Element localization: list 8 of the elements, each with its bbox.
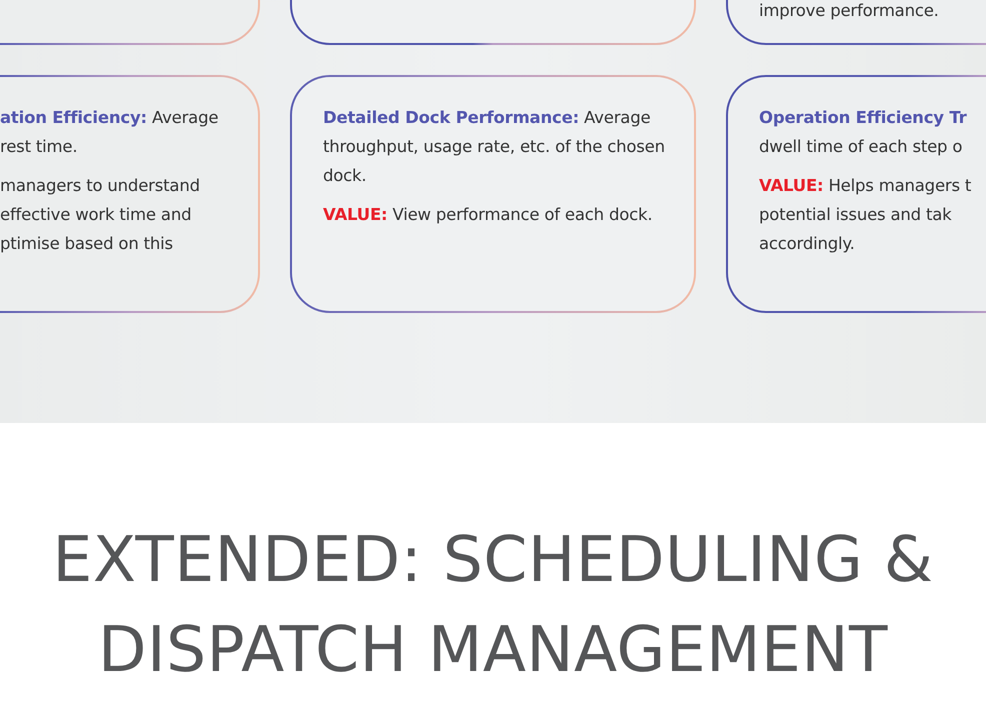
card-text: ation Efficiency: Average rest time. bbox=[0, 107, 220, 158]
card-text: Operation Efficiency Tr dwell time of each step o bbox=[759, 107, 968, 158]
card-text: managers to understand effective work time and ptimise based on this bbox=[0, 175, 201, 255]
card-text: VALUE: View performance of each dock. bbox=[323, 204, 654, 226]
card-text: Detailed Dock Performance: Average throughput, usage rate, etc. of the chosen dock. bbox=[323, 107, 666, 187]
section-heading: EXTENDED: SCHEDULING & DISPATCH MANAGEMENT bbox=[52, 522, 934, 688]
card-text: improve performance. bbox=[759, 0, 940, 22]
card-text: VALUE: Helps managers t potential issues and tak accordingly. bbox=[759, 175, 972, 255]
